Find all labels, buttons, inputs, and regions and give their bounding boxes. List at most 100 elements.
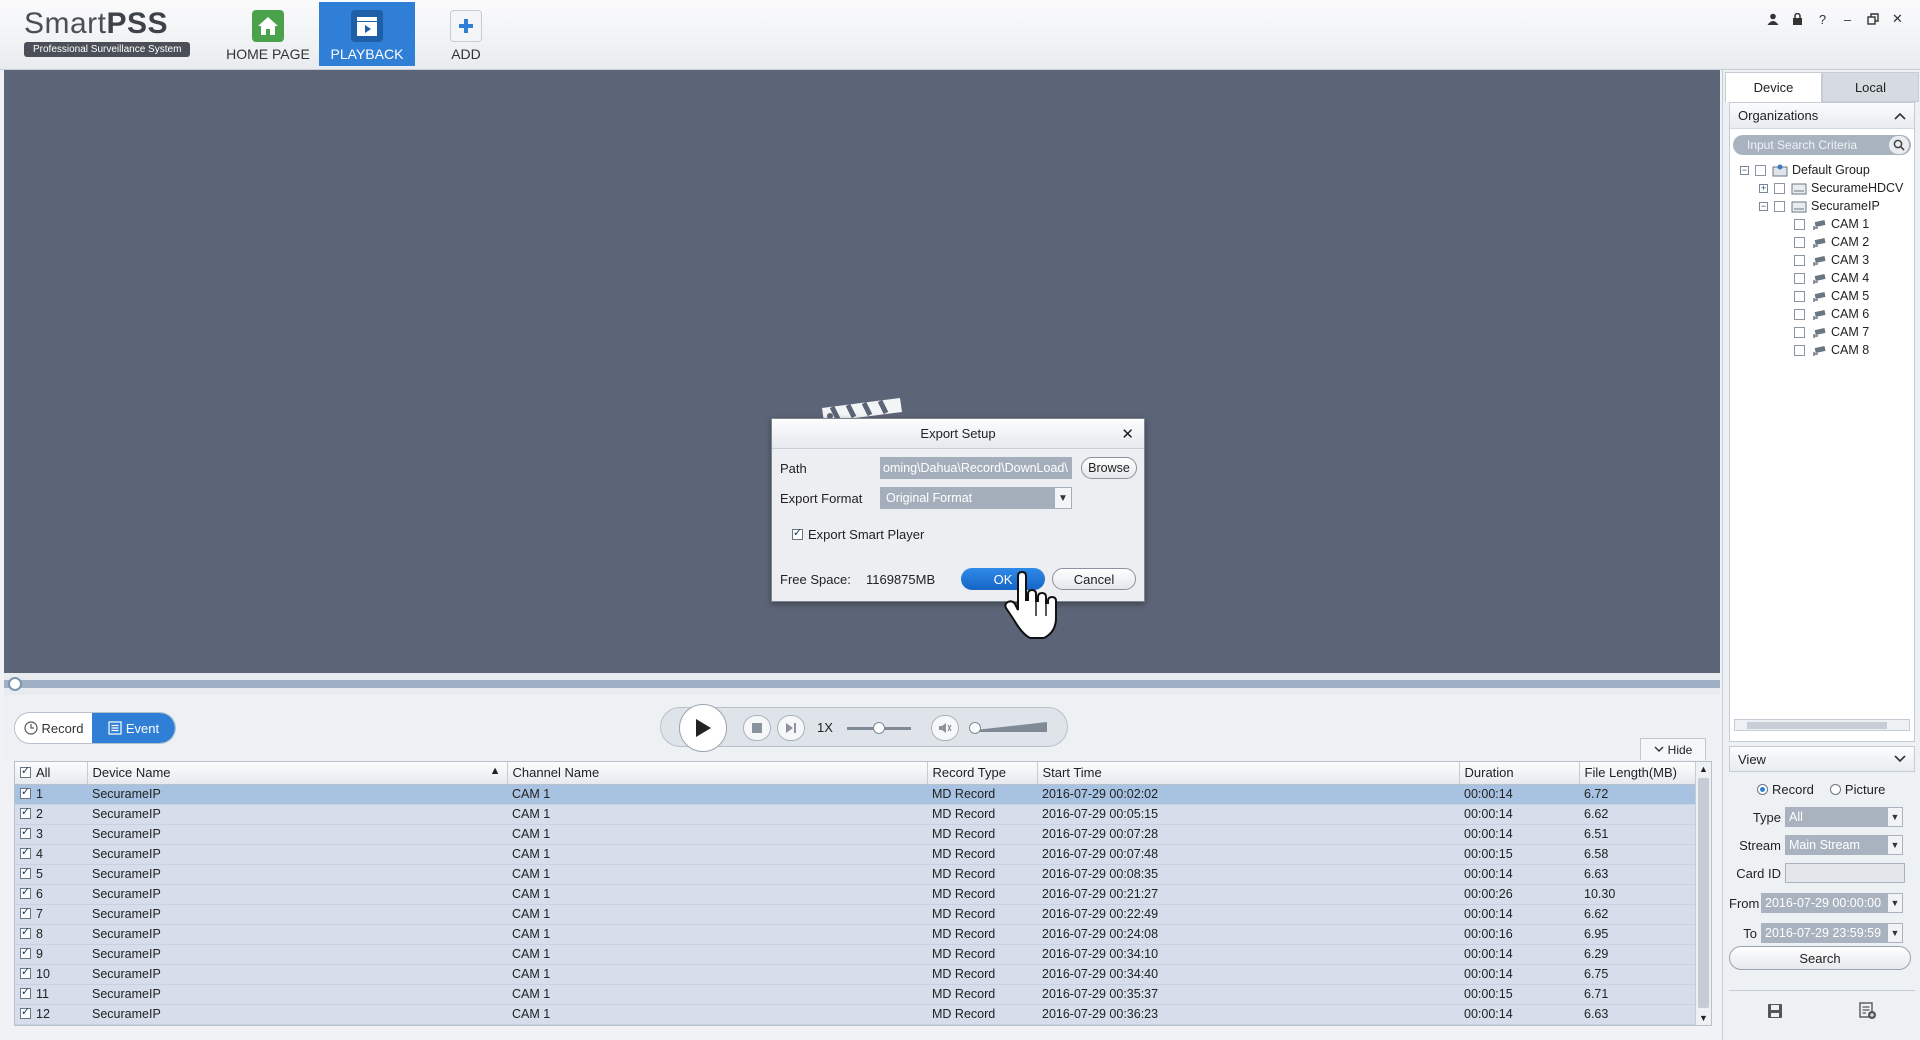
timeline-bar[interactable] bbox=[4, 673, 1720, 695]
next-frame-button[interactable] bbox=[777, 715, 805, 741]
nav-add[interactable]: ADD bbox=[418, 2, 514, 66]
tree-checkbox[interactable] bbox=[1794, 218, 1805, 230]
tab-device[interactable]: Device bbox=[1725, 72, 1822, 102]
search-icon[interactable] bbox=[1889, 136, 1909, 154]
timeline-handle[interactable] bbox=[8, 677, 22, 691]
tree-node-default-group[interactable]: − Default Group bbox=[1740, 161, 1870, 179]
dropdown-arrow-icon[interactable]: ▼ bbox=[1887, 923, 1903, 943]
row-checkbox[interactable] bbox=[20, 885, 31, 899]
speed-slider-handle[interactable] bbox=[873, 722, 885, 734]
chevron-down-icon[interactable] bbox=[1894, 755, 1906, 763]
export-smart-player-option[interactable]: Export Smart Player bbox=[792, 526, 924, 542]
type-select[interactable]: All ▼ bbox=[1785, 807, 1903, 827]
table-row[interactable]: 3 SecurameIP CAM 1 MD Record 2016-07-29 00:0… bbox=[15, 824, 1695, 845]
tree-checkbox[interactable] bbox=[1794, 326, 1805, 338]
header-duration[interactable]: Duration bbox=[1459, 762, 1580, 785]
dropdown-arrow-icon[interactable]: ▼ bbox=[1887, 893, 1903, 913]
tree-node-cam-1[interactable]: CAM 1 bbox=[1794, 215, 1869, 233]
header-file-length[interactable]: File Length(MB) bbox=[1579, 762, 1696, 785]
event-mode-button[interactable]: Event bbox=[92, 713, 175, 743]
path-field[interactable]: oming\Dahua\Record\DownLoad\ bbox=[880, 457, 1072, 479]
tree-checkbox[interactable] bbox=[1794, 254, 1805, 266]
lock-icon[interactable] bbox=[1785, 10, 1810, 28]
tree-node-cam-3[interactable]: CAM 3 bbox=[1794, 251, 1869, 269]
tree-node-cam-6[interactable]: CAM 6 bbox=[1794, 305, 1869, 323]
view-header[interactable]: View bbox=[1729, 746, 1915, 772]
nav-home-page[interactable]: HOME PAGE bbox=[220, 2, 316, 66]
row-checkbox[interactable] bbox=[20, 985, 31, 999]
table-row[interactable]: 10 SecurameIP CAM 1 MD Record 2016-07-29 00:… bbox=[15, 964, 1695, 985]
close-icon[interactable]: ✕ bbox=[1121, 425, 1134, 443]
from-datetime[interactable]: 2016-07-29 00:00:00 ▼ bbox=[1761, 893, 1903, 913]
mute-button[interactable] bbox=[931, 715, 959, 741]
search-button[interactable]: Search bbox=[1729, 946, 1911, 970]
table-row[interactable]: 9 SecurameIP CAM 1 MD Record 2016-07-29 00:3… bbox=[15, 944, 1695, 965]
export-smart-player-checkbox[interactable] bbox=[792, 526, 803, 540]
stream-select[interactable]: Main Stream ▼ bbox=[1785, 835, 1903, 855]
table-row[interactable]: 6 SecurameIP CAM 1 MD Record 2016-07-29 00:2… bbox=[15, 884, 1695, 905]
table-row[interactable]: 7 SecurameIP CAM 1 MD Record 2016-07-29 00:2… bbox=[15, 904, 1695, 925]
picture-radio[interactable]: Picture bbox=[1829, 782, 1885, 797]
row-checkbox[interactable] bbox=[20, 825, 31, 839]
tree-node-cam-4[interactable]: CAM 4 bbox=[1794, 269, 1869, 287]
record-mode-button[interactable]: Record bbox=[15, 713, 92, 743]
user-icon[interactable] bbox=[1760, 10, 1785, 28]
tree-checkbox[interactable] bbox=[1794, 344, 1805, 356]
header-device-name[interactable]: Device Name ▲ bbox=[87, 762, 508, 785]
volume-slider-track[interactable] bbox=[971, 718, 1051, 738]
chevron-up-icon[interactable] bbox=[1894, 112, 1906, 120]
row-checkbox[interactable] bbox=[20, 905, 31, 919]
tree-node-cam-8[interactable]: CAM 8 bbox=[1794, 341, 1869, 359]
tree-checkbox[interactable] bbox=[1794, 236, 1805, 248]
tree-checkbox[interactable] bbox=[1794, 272, 1805, 284]
tree-checkbox[interactable] bbox=[1794, 290, 1805, 302]
table-row[interactable]: 2 SecurameIP CAM 1 MD Record 2016-07-29 00:0… bbox=[15, 804, 1695, 825]
header-start-time[interactable]: Start Time bbox=[1037, 762, 1460, 785]
row-checkbox[interactable] bbox=[20, 785, 31, 799]
collapse-icon[interactable]: − bbox=[1759, 201, 1768, 211]
tree-checkbox[interactable] bbox=[1774, 200, 1785, 212]
table-row[interactable]: 12 SecurameIP CAM 1 MD Record 2016-07-29 00:… bbox=[15, 1004, 1695, 1025]
to-datetime[interactable]: 2016-07-29 23:59:59 ▼ bbox=[1761, 923, 1903, 943]
timeline-track[interactable] bbox=[4, 680, 1720, 688]
table-row[interactable]: 4 SecurameIP CAM 1 MD Record 2016-07-29 00:0… bbox=[15, 844, 1695, 865]
device-search-input[interactable] bbox=[1733, 135, 1883, 155]
select-all-checkbox[interactable] bbox=[20, 764, 31, 779]
header-channel-name[interactable]: Channel Name bbox=[507, 762, 928, 785]
browse-button[interactable]: Browse bbox=[1081, 457, 1137, 479]
tree-node-securameip[interactable]: − SecurameIP bbox=[1759, 197, 1880, 215]
row-checkbox[interactable] bbox=[20, 865, 31, 879]
tree-checkbox[interactable] bbox=[1794, 308, 1805, 320]
scroll-up-icon[interactable]: ▲ bbox=[1699, 764, 1708, 774]
row-checkbox[interactable] bbox=[20, 945, 31, 959]
row-checkbox[interactable] bbox=[20, 845, 31, 859]
expand-icon[interactable]: + bbox=[1759, 183, 1768, 193]
help-icon[interactable]: ? bbox=[1810, 10, 1835, 28]
play-button[interactable] bbox=[679, 704, 727, 752]
nav-playback[interactable]: PLAYBACK bbox=[319, 2, 415, 66]
tree-node-cam-7[interactable]: CAM 7 bbox=[1794, 323, 1869, 341]
tab-local[interactable]: Local bbox=[1822, 72, 1919, 102]
export-format-select[interactable]: Original Format ▼ bbox=[880, 487, 1072, 509]
table-row[interactable]: 8 SecurameIP CAM 1 MD Record 2016-07-29 00:2… bbox=[15, 924, 1695, 945]
stop-button[interactable] bbox=[743, 715, 771, 741]
table-row[interactable]: 5 SecurameIP CAM 1 MD Record 2016-07-29 00:0… bbox=[15, 864, 1695, 885]
dropdown-arrow-icon[interactable]: ▼ bbox=[1887, 807, 1903, 827]
save-icon[interactable] bbox=[1767, 1003, 1783, 1019]
table-row[interactable]: 11 SecurameIP CAM 1 MD Record 2016-07-29 00:… bbox=[15, 984, 1695, 1005]
row-checkbox[interactable] bbox=[20, 965, 31, 979]
volume-slider-handle[interactable] bbox=[969, 722, 981, 734]
record-radio[interactable]: Record bbox=[1757, 782, 1814, 797]
header-all[interactable]: All bbox=[15, 762, 88, 785]
export-list-icon[interactable] bbox=[1859, 1001, 1877, 1020]
row-checkbox[interactable] bbox=[20, 1005, 31, 1019]
tree-horizontal-scrollbar[interactable] bbox=[1734, 719, 1910, 731]
tree-node-cam-2[interactable]: CAM 2 bbox=[1794, 233, 1869, 251]
row-checkbox[interactable] bbox=[20, 925, 31, 939]
card-id-input[interactable] bbox=[1785, 863, 1905, 883]
dropdown-arrow-icon[interactable]: ▼ bbox=[1054, 487, 1072, 509]
dropdown-arrow-icon[interactable]: ▼ bbox=[1887, 835, 1903, 855]
table-scroll-thumb[interactable] bbox=[1698, 778, 1709, 1008]
organizations-header[interactable]: Organizations bbox=[1730, 103, 1914, 129]
hide-button[interactable]: Hide bbox=[1640, 738, 1706, 760]
